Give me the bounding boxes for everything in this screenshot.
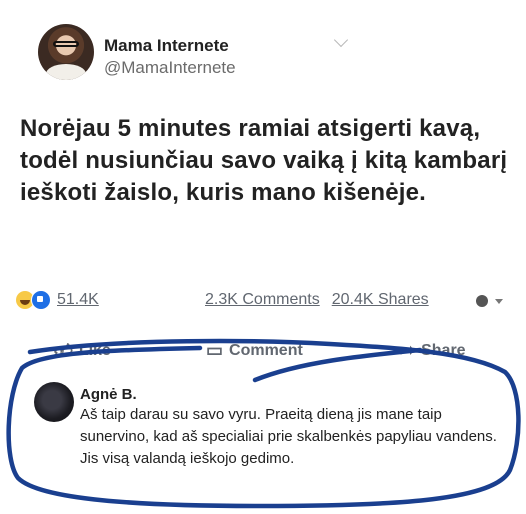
globe-icon[interactable] <box>476 295 488 307</box>
share-label: Share <box>421 341 466 359</box>
author-avatar[interactable] <box>38 24 94 80</box>
author-name[interactable]: Mama Internete <box>104 36 229 56</box>
like-label: Like <box>78 342 111 359</box>
reaction-count[interactable]: 51.4K <box>57 291 99 309</box>
like-reaction-icon <box>31 290 51 310</box>
commenter-avatar[interactable] <box>34 382 74 422</box>
post-stats: 2.3K Comments 20.4K Shares <box>205 291 429 309</box>
caret-down-icon[interactable] <box>495 299 503 304</box>
action-bar: 👍︎ Like ▭ Comment ➦ Share <box>0 340 526 366</box>
share-button[interactable]: ➦ Share <box>400 340 466 361</box>
speech-bubble-icon: ▭ <box>206 340 224 360</box>
like-button[interactable]: 👍︎ Like <box>54 340 111 362</box>
reactions-summary[interactable]: 51.4K <box>16 290 99 310</box>
avatar-shoulders <box>46 64 86 80</box>
post-text: Norėjau 5 minutes ramiai atsigerti kavą,… <box>20 115 508 206</box>
comment-button[interactable]: ▭ Comment <box>206 340 303 361</box>
author-handle[interactable]: @MamaInternete <box>104 58 236 78</box>
thumbs-up-icon: 👍︎ <box>54 341 73 361</box>
avatar-glasses <box>53 41 79 47</box>
comment-text: Aš taip darau su savo vyru. Praeitą dien… <box>80 406 497 467</box>
share-arrow-icon: ➦ <box>400 340 416 360</box>
chevron-down-icon[interactable] <box>333 32 349 48</box>
shares-count[interactable]: 20.4K Shares <box>332 291 429 308</box>
comment-label: Comment <box>229 341 303 359</box>
comments-count[interactable]: 2.3K Comments <box>205 291 320 308</box>
commenter-name[interactable]: Agnė B. <box>80 386 137 403</box>
